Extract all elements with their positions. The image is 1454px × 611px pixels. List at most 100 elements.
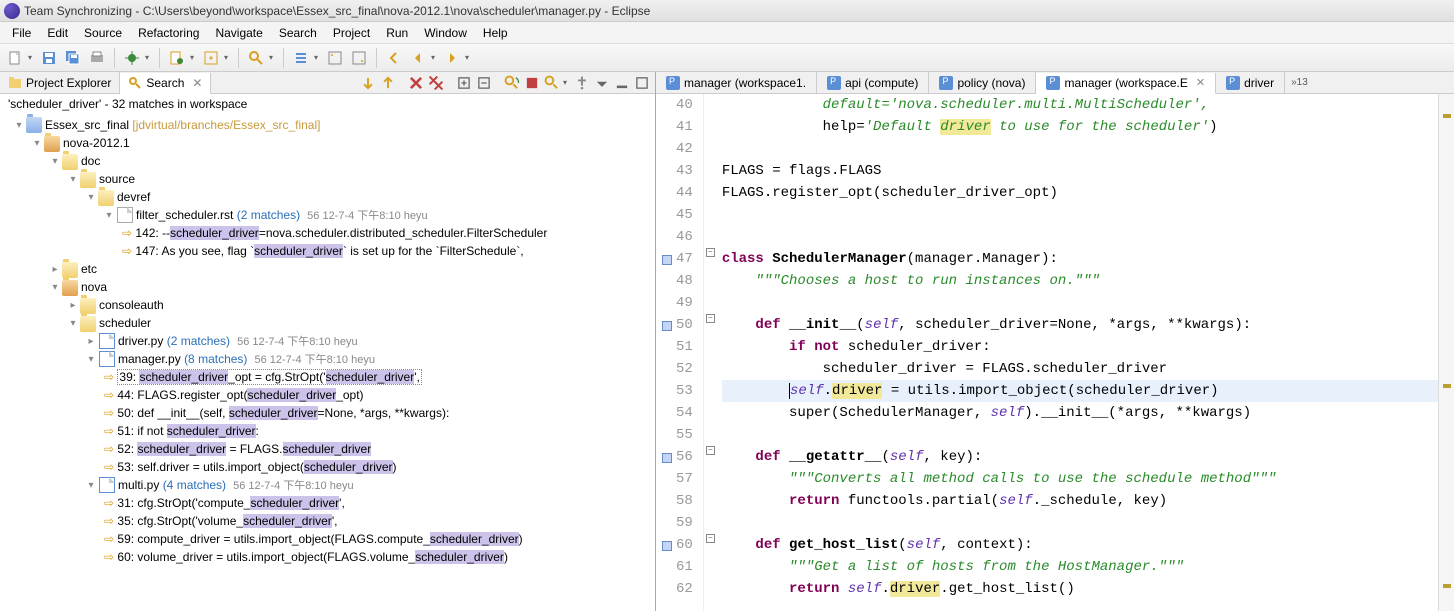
editor-tab-policy[interactable]: policy (nova): [929, 72, 1036, 93]
tree-file-manager[interactable]: ▾manager.py (8 matches) 56 12-7-4 下午8:10…: [0, 350, 655, 368]
folder-icon: [80, 172, 96, 188]
toggle-mark-button[interactable]: [290, 47, 312, 69]
tree-project[interactable]: ▾Essex_src_final [jdvirtual/branches/Ess…: [0, 116, 655, 134]
tree-file-filter-scheduler[interactable]: ▾filter_scheduler.rst (2 matches) 56 12-…: [0, 206, 655, 224]
file-icon: [117, 207, 133, 223]
tree-folder-source[interactable]: ▾source: [0, 170, 655, 188]
tree-folder-devref[interactable]: ▾devref: [0, 188, 655, 206]
close-tab-icon[interactable]: ✕: [1196, 76, 1205, 89]
fold-column[interactable]: − − − −: [704, 94, 718, 611]
fold-toggle[interactable]: −: [706, 314, 715, 323]
tree-match[interactable]: ⇨ 44: FLAGS.register_opt(scheduler_drive…: [0, 386, 655, 404]
new-package-button[interactable]: [200, 47, 222, 69]
tree-folder-consoleauth[interactable]: ▸consoleauth: [0, 296, 655, 314]
menu-search[interactable]: Search: [271, 24, 325, 42]
tab-search-label: Search: [146, 76, 184, 90]
open-type-dropdown[interactable]: ▾: [190, 53, 198, 62]
collapse-all-button[interactable]: [475, 74, 493, 92]
folder-icon: [98, 190, 114, 206]
forward-button[interactable]: [441, 47, 463, 69]
menu-source[interactable]: Source: [76, 24, 130, 42]
editor-tab-manager-active[interactable]: manager (workspace.E✕: [1036, 73, 1216, 94]
tree-match[interactable]: ⇨ 53: self.driver = utils.import_object(…: [0, 458, 655, 476]
save-button[interactable]: [38, 47, 60, 69]
code-content[interactable]: default='nova.scheduler.multi.MultiSched…: [718, 94, 1438, 611]
tree-match[interactable]: ⇨ 142: --scheduler_driver=nova.scheduler…: [0, 224, 655, 242]
tab-project-explorer[interactable]: Project Explorer: [0, 72, 120, 93]
tree-match[interactable]: ⇨ 39: scheduler_driver_opt = cfg.StrOpt(…: [0, 368, 655, 386]
fold-toggle[interactable]: −: [706, 534, 715, 543]
back-dropdown[interactable]: ▾: [431, 53, 439, 62]
tree-match[interactable]: ⇨ 59: compute_driver = utils.import_obje…: [0, 530, 655, 548]
prev-match-button[interactable]: [379, 74, 397, 92]
tree-match[interactable]: ⇨ 52: scheduler_driver = FLAGS.scheduler…: [0, 440, 655, 458]
prev-edit-button[interactable]: [383, 47, 405, 69]
new-package-dropdown[interactable]: ▾: [224, 53, 232, 62]
tree-match[interactable]: ⇨ 51: if not scheduler_driver:: [0, 422, 655, 440]
match-arrow-icon: ⇨: [104, 370, 114, 384]
menu-run[interactable]: Run: [378, 24, 416, 42]
tree-file-multi[interactable]: ▾multi.py (4 matches) 56 12-7-4 下午8:10 h…: [0, 476, 655, 494]
pin-button[interactable]: [573, 74, 591, 92]
new-dropdown[interactable]: ▾: [28, 53, 36, 62]
expand-all-button[interactable]: [455, 74, 473, 92]
fold-toggle[interactable]: −: [706, 248, 715, 257]
python-file-icon: [99, 351, 115, 367]
tree-match[interactable]: ⇨ 35: cfg.StrOpt('volume_scheduler_drive…: [0, 512, 655, 530]
tree-folder-nova[interactable]: ▾nova: [0, 278, 655, 296]
annotation2-button[interactable]: [348, 47, 370, 69]
menu-refactoring[interactable]: Refactoring: [130, 24, 207, 42]
search-dropdown[interactable]: ▾: [269, 53, 277, 62]
open-type-button[interactable]: [166, 47, 188, 69]
tree-folder-scheduler[interactable]: ▾scheduler: [0, 314, 655, 332]
menu-navigate[interactable]: Navigate: [207, 24, 270, 42]
fold-toggle[interactable]: −: [706, 446, 715, 455]
editor-tab-driver[interactable]: driver: [1216, 72, 1285, 93]
folder-icon: [62, 280, 78, 296]
search-tab-close[interactable]: ✕: [192, 76, 202, 90]
save-all-button[interactable]: [62, 47, 84, 69]
tree-folder-nova2012[interactable]: ▾nova-2012.1: [0, 134, 655, 152]
tree-match[interactable]: ⇨ 50: def __init__(self, scheduler_drive…: [0, 404, 655, 422]
new-button[interactable]: [4, 47, 26, 69]
menu-file[interactable]: File: [4, 24, 39, 42]
debug-button[interactable]: [121, 47, 143, 69]
search-button[interactable]: [245, 47, 267, 69]
overview-ruler[interactable]: [1438, 94, 1454, 611]
editor-tab-manager1[interactable]: manager (workspace1.: [656, 72, 817, 93]
maximize-button[interactable]: [633, 74, 651, 92]
forward-dropdown[interactable]: ▾: [465, 53, 473, 62]
menu-window[interactable]: Window: [416, 24, 475, 42]
cancel-search-button[interactable]: [523, 74, 541, 92]
run-search-again-button[interactable]: [503, 74, 521, 92]
toggle-mark-dropdown[interactable]: ▾: [314, 53, 322, 62]
tree-match[interactable]: ⇨ 60: volume_driver = utils.import_objec…: [0, 548, 655, 566]
view-menu-button[interactable]: [593, 74, 611, 92]
minimize-button[interactable]: [613, 74, 631, 92]
menu-edit[interactable]: Edit: [39, 24, 76, 42]
editor-tabs-overflow[interactable]: »13: [1285, 75, 1314, 90]
menu-help[interactable]: Help: [475, 24, 516, 42]
python-file-icon: [99, 477, 115, 493]
tab-search[interactable]: Search ✕: [120, 73, 211, 94]
python-file-icon: [939, 76, 953, 90]
print-button[interactable]: [86, 47, 108, 69]
annotation-button[interactable]: [324, 47, 346, 69]
tree-match[interactable]: ⇨ 147: As you see, flag `scheduler_drive…: [0, 242, 655, 260]
tree-match[interactable]: ⇨ 31: cfg.StrOpt('compute_scheduler_driv…: [0, 494, 655, 512]
editor-tab-api[interactable]: api (compute): [817, 72, 929, 93]
next-match-button[interactable]: [359, 74, 377, 92]
tree-folder-doc[interactable]: ▾doc: [0, 152, 655, 170]
menu-project[interactable]: Project: [325, 24, 378, 42]
match-arrow-icon: ⇨: [104, 388, 114, 402]
history-dropdown[interactable]: ▾: [563, 78, 571, 87]
back-button[interactable]: [407, 47, 429, 69]
history-button[interactable]: [543, 74, 561, 92]
code-editor[interactable]: 404142 434445 464748 495051 525354 55565…: [656, 94, 1454, 611]
tree-folder-etc[interactable]: ▸etc: [0, 260, 655, 278]
search-results-tree[interactable]: ▾Essex_src_final [jdvirtual/branches/Ess…: [0, 114, 655, 611]
tree-file-driver[interactable]: ▸driver.py (2 matches) 56 12-7-4 下午8:10 …: [0, 332, 655, 350]
debug-dropdown[interactable]: ▾: [145, 53, 153, 62]
remove-all-button[interactable]: [427, 74, 445, 92]
remove-match-button[interactable]: [407, 74, 425, 92]
